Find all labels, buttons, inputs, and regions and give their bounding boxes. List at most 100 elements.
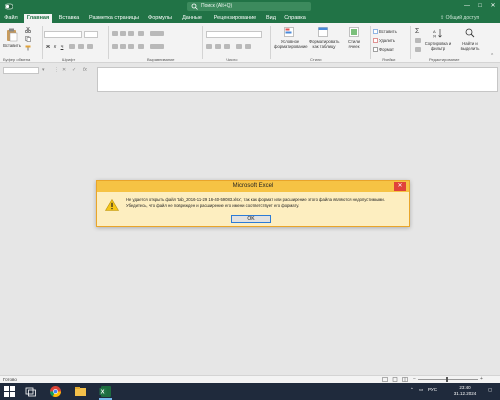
search-placeholder: Поиск (Alt+Q) (201, 3, 233, 9)
ribbon: Вставить Буфер обмена Ж К Ч Шрифт Выравн… (0, 23, 500, 63)
tab-formulas[interactable]: Формулы (145, 14, 175, 23)
status-ready: Готово (3, 377, 17, 382)
name-box[interactable] (3, 67, 39, 74)
cell-styles-icon (349, 27, 359, 39)
align-top-icon[interactable] (112, 31, 118, 36)
zoom-slider[interactable] (418, 379, 478, 380)
ribbon-separator (202, 26, 203, 59)
comma-icon[interactable] (224, 44, 230, 49)
increase-decimal-icon[interactable] (236, 44, 242, 49)
fill-icon[interactable] (415, 38, 421, 43)
indent-icon[interactable] (138, 44, 144, 49)
autosum-icon[interactable]: Σ (415, 28, 419, 35)
formula-input[interactable] (97, 67, 498, 92)
name-box-dropdown-icon[interactable]: ▾ (42, 67, 45, 73)
chrome-icon[interactable] (49, 385, 62, 398)
dialog-close-button[interactable]: ✕ (394, 182, 406, 191)
format-cells-button[interactable]: Формат (379, 47, 405, 52)
cancel-entry-button[interactable]: ✕ (62, 67, 66, 73)
notifications-icon[interactable]: ▢ (488, 387, 492, 393)
tab-insert[interactable]: Вставка (55, 14, 83, 23)
tab-view[interactable]: Вид (264, 14, 278, 23)
bold-button[interactable]: Ж (45, 44, 51, 49)
paste-icon[interactable] (6, 28, 18, 44)
underline-button[interactable]: Ч (59, 44, 65, 49)
search-box[interactable]: Поиск (Alt+Q) (187, 2, 311, 11)
decrease-decimal-icon[interactable] (245, 44, 251, 49)
align-left-icon[interactable] (112, 44, 118, 49)
percent-icon[interactable] (215, 44, 221, 49)
file-explorer-icon[interactable] (74, 385, 87, 398)
cell-styles-button[interactable]: Стили ячеек (343, 39, 365, 49)
cut-icon[interactable] (24, 26, 32, 35)
tab-file[interactable]: Файл (3, 14, 19, 23)
tray-chevron-icon[interactable]: ⌃ (410, 387, 414, 393)
align-middle-icon[interactable] (120, 31, 126, 36)
clock[interactable]: 23:40 31.12.2024 (445, 385, 485, 397)
font-size-combo[interactable] (84, 31, 98, 38)
font-color-icon[interactable] (87, 44, 93, 49)
format-as-table-button[interactable]: Форматировать как таблицу (309, 39, 339, 49)
maximize-button[interactable]: □ (474, 1, 486, 12)
borders-icon[interactable] (69, 44, 75, 49)
alignment-group-label: Выравнивание (147, 57, 175, 62)
zoom-in-icon[interactable]: + (480, 376, 483, 382)
conditional-format-icon (284, 27, 294, 39)
orientation-icon[interactable] (138, 31, 144, 36)
find-select-button[interactable]: Найти и выделить (456, 41, 484, 51)
currency-icon[interactable] (206, 44, 212, 49)
tab-data[interactable]: Данные (178, 14, 206, 23)
align-center-icon[interactable] (120, 44, 126, 49)
task-view-icon[interactable] (24, 385, 37, 398)
ribbon-separator (370, 26, 371, 59)
tab-help[interactable]: Справка (281, 14, 309, 23)
ok-button[interactable]: OK (231, 215, 271, 223)
fill-color-icon[interactable] (78, 44, 84, 49)
number-format-combo[interactable] (206, 31, 262, 38)
clipboard-group-label: Буфер обмена (3, 57, 31, 62)
tab-home[interactable]: Главная (24, 14, 52, 23)
format-painter-icon[interactable] (25, 45, 31, 53)
tab-review[interactable]: Рецензирование (209, 14, 261, 23)
ribbon-separator (270, 26, 271, 59)
font-name-combo[interactable] (44, 31, 82, 38)
italic-button[interactable]: К (52, 44, 58, 49)
delete-cells-button[interactable]: Удалить (379, 38, 405, 43)
align-bottom-icon[interactable] (128, 31, 134, 36)
paste-button[interactable]: Вставить (2, 43, 22, 48)
wrap-text-icon[interactable] (150, 31, 164, 36)
styles-group-label: Стили (310, 57, 322, 62)
share-button[interactable]: ⇪ Общий доступ (440, 15, 496, 22)
delete-cells-icon (373, 38, 378, 45)
conditional-format-button[interactable]: Условное форматирование (274, 39, 308, 49)
minimize-button[interactable]: — (461, 1, 473, 12)
enter-entry-button[interactable]: ✓ (72, 67, 76, 73)
align-right-icon[interactable] (128, 44, 134, 49)
insert-cells-button[interactable]: Вставить (379, 29, 405, 34)
sort-filter-button[interactable]: Сортировка и фильтр (424, 41, 452, 51)
ribbon-tabs: Файл Главная Вставка Разметка страницы Ф… (0, 13, 500, 23)
clear-icon[interactable] (415, 47, 421, 52)
alignment-group (110, 25, 200, 61)
language-indicator[interactable]: РУС (428, 387, 437, 392)
excel-app-icon[interactable]: X (99, 385, 112, 398)
styles-group: Условное форматирование Форматировать ка… (272, 25, 368, 61)
copy-icon[interactable] (25, 36, 31, 44)
collapse-ribbon-icon[interactable]: ⌃ (490, 53, 494, 59)
title-bar: Excel Поиск (Alt+Q) — □ ✕ (0, 0, 500, 13)
zoom-slider-thumb[interactable] (446, 377, 448, 382)
font-group-label: Шрифт (62, 57, 76, 62)
clipboard-group: Вставить (2, 25, 40, 61)
merge-center-icon[interactable] (150, 44, 164, 49)
ribbon-separator (108, 26, 109, 59)
close-button[interactable]: ✕ (487, 1, 499, 12)
insert-function-button[interactable]: fx (83, 67, 87, 73)
more-options-icon[interactable]: ⋮ (54, 67, 59, 73)
zoom-out-icon[interactable]: − (413, 376, 416, 382)
clock-date: 31.12.2024 (453, 391, 477, 396)
svg-text:Я: Я (433, 34, 436, 39)
format-cells-icon (373, 47, 378, 54)
network-icon[interactable]: ▭ (419, 387, 423, 393)
windows-start-icon[interactable] (3, 385, 16, 398)
tab-page-layout[interactable]: Разметка страницы (86, 14, 142, 23)
